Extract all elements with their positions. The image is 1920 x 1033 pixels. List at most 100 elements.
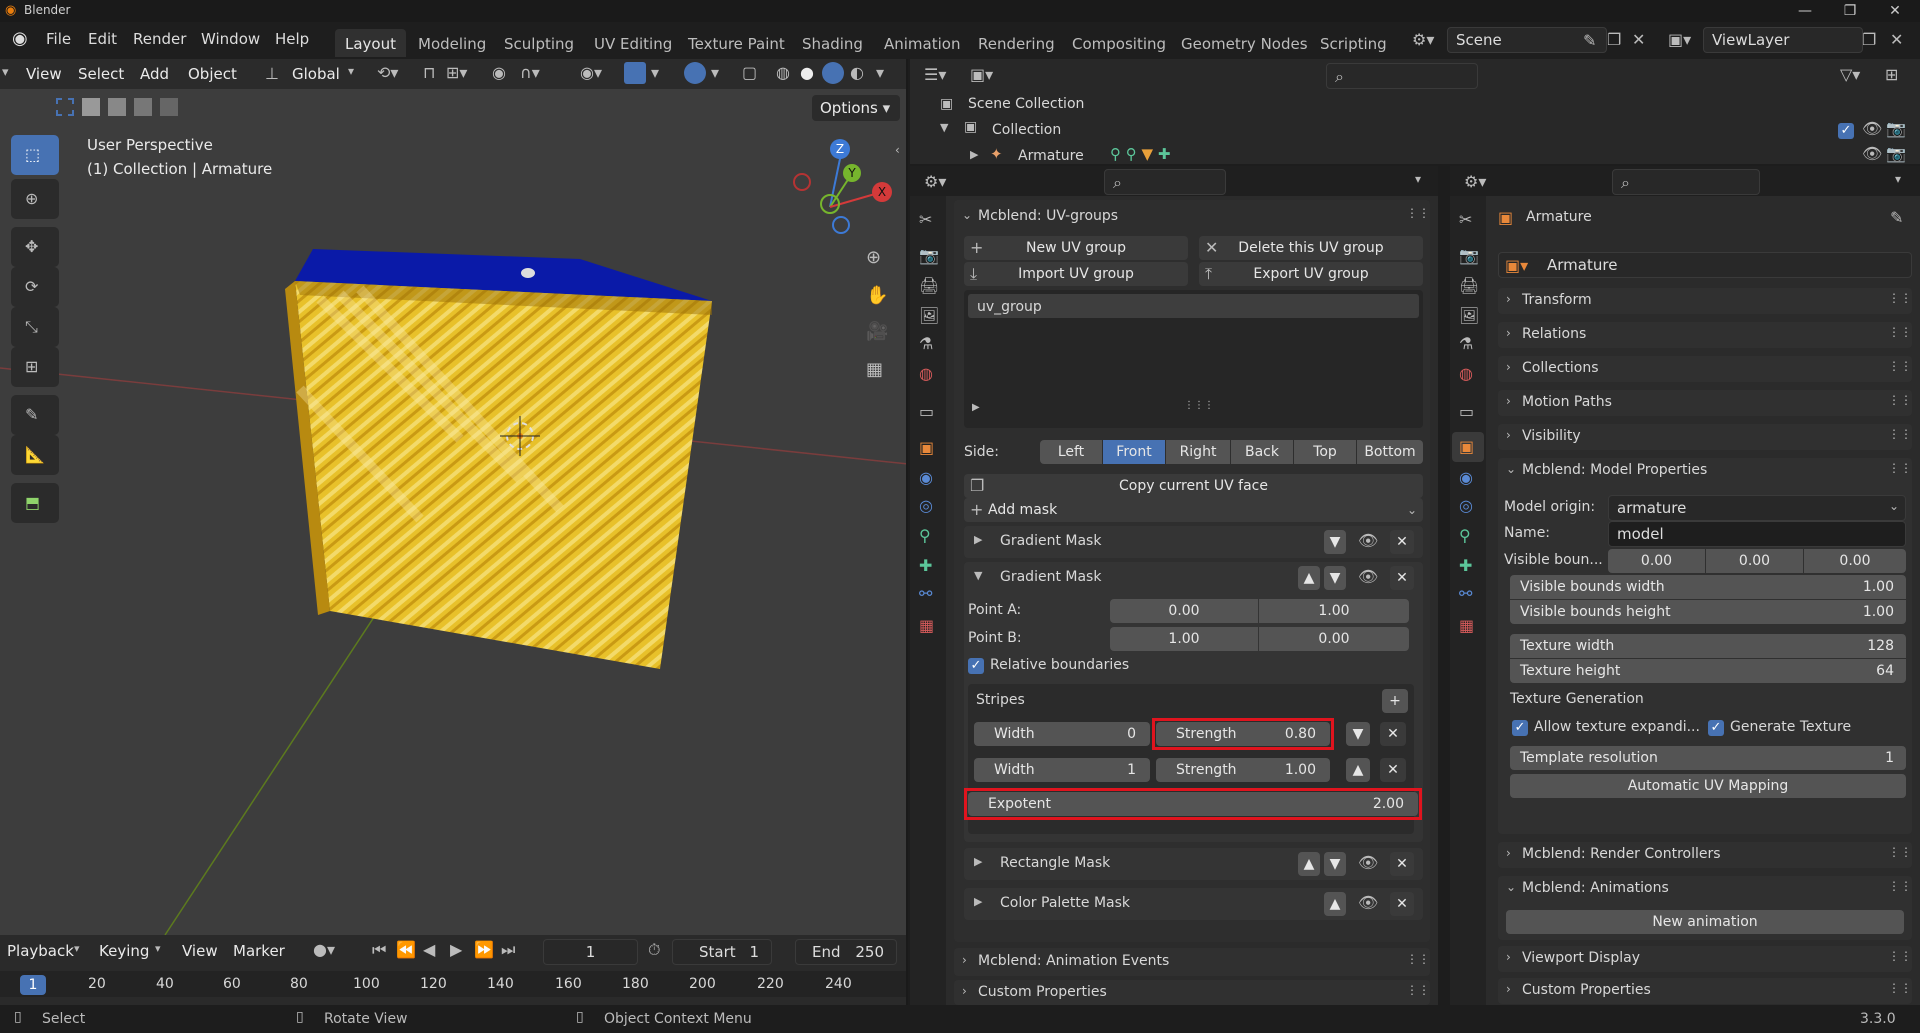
tab-rendering[interactable]: Rendering [968, 29, 1065, 57]
outliner-editor-icon[interactable]: ☰▾ [924, 65, 946, 84]
play-reverse-icon[interactable]: ◀ [423, 940, 435, 959]
stripe2-move-up-icon[interactable]: ▲ [1346, 758, 1370, 782]
world-tab-icon[interactable]: ◍ [1459, 364, 1473, 383]
collection-tab-icon[interactable]: ▭ [919, 402, 934, 421]
mask4-eye-icon[interactable]: 👁 [1358, 893, 1378, 912]
custom-properties-section-right[interactable]: › Custom Properties ⋮⋮ [1498, 978, 1912, 1004]
export-uv-group-button[interactable]: ⤒ Export UV group [1199, 262, 1423, 286]
modifier-tab-icon[interactable]: ◉ [919, 468, 933, 487]
play-icon[interactable]: ▶ [450, 940, 462, 959]
new-animation-button[interactable]: New animation [1506, 910, 1904, 934]
stripe2-remove-icon[interactable]: ✕ [1380, 758, 1406, 782]
point-b-y-field[interactable]: 0.00 [1259, 627, 1409, 651]
move-down-icon[interactable]: ▼ [1324, 530, 1346, 554]
generate-texture-checkbox[interactable]: ✓ [1708, 720, 1724, 736]
menu-help[interactable]: Help [275, 30, 309, 48]
tab-compositing[interactable]: Compositing [1062, 29, 1176, 57]
collection-include-checkbox[interactable]: ✓ [1838, 123, 1854, 139]
current-frame-field[interactable]: 1 [543, 939, 638, 965]
expand-mask-icon[interactable]: ▶ [974, 533, 982, 546]
annotate-tool[interactable]: ✎ [11, 395, 59, 435]
proportional-edit-icon[interactable]: ◉ [492, 63, 506, 82]
record-icon[interactable]: ●▾ [313, 940, 335, 959]
stripe2-strength-field[interactable]: Strength 1.00 [1156, 758, 1330, 782]
new-view-layer-icon[interactable]: ❐ [1862, 30, 1876, 49]
add-stripe-icon[interactable]: + [1382, 689, 1408, 713]
snap-target-icon[interactable]: ⊞▾ [446, 63, 467, 82]
menu-window[interactable]: Window [201, 30, 260, 48]
model-name-field[interactable]: model [1608, 521, 1906, 547]
mask2-remove-icon[interactable]: ✕ [1390, 566, 1414, 590]
overlay-toggle-icon[interactable] [684, 62, 706, 84]
viewport-menu-add[interactable]: Add [140, 65, 169, 83]
side-top-button[interactable]: Top [1294, 440, 1356, 464]
close-icon[interactable]: ✕ [1875, 1, 1915, 21]
scene-tab-icon[interactable]: ⚗ [1459, 334, 1473, 353]
timer-icon[interactable]: ⏱ [648, 940, 660, 960]
constraint-tab-icon[interactable]: ⚯ [919, 584, 932, 603]
drag-handle-icon[interactable]: ⋮⋮ [1406, 206, 1430, 220]
collapse-mask-icon[interactable]: ▼ [974, 569, 982, 582]
ortho-grid-icon[interactable]: ▦ [866, 359, 883, 380]
visible-bounds-z-field[interactable]: 0.00 [1804, 549, 1906, 573]
jump-end-icon[interactable]: ⏭ [501, 940, 515, 960]
new-scene-icon[interactable]: ❐ [1607, 30, 1621, 49]
visible-bounds-width-field[interactable]: Visible bounds width 1.00 [1510, 575, 1906, 599]
model-origin-dropdown[interactable]: armature ⌄ [1608, 495, 1906, 521]
delete-view-layer-icon[interactable]: ✕ [1890, 30, 1903, 49]
tab-animation[interactable]: Animation [874, 29, 970, 57]
stripe1-strength-field[interactable]: Strength 0.80 [1156, 722, 1330, 746]
collection-eye-icon[interactable]: 👁 [1862, 119, 1882, 138]
render-tab-icon[interactable]: 📷 [919, 246, 939, 265]
automatic-uv-mapping-button[interactable]: Automatic UV Mapping [1510, 774, 1906, 798]
move-down-icon[interactable]: ▼ [1324, 566, 1346, 590]
move-up-icon[interactable]: ▲ [1324, 892, 1346, 916]
drag-handle-icon[interactable]: ⋮⋮ [1888, 325, 1912, 339]
exponent-field[interactable]: Expotent 2.00 [968, 792, 1418, 816]
mask3-eye-icon[interactable]: 👁 [1358, 853, 1378, 872]
select-extend-icon[interactable] [82, 98, 100, 116]
end-frame-field[interactable]: End 250 [795, 939, 897, 965]
tab-geometry-nodes[interactable]: Geometry Nodes [1171, 29, 1318, 57]
frame-ruler[interactable]: 1 20 40 60 80 100 120 140 160 180 200 22… [0, 971, 906, 997]
collection-label[interactable]: Collection [992, 122, 1061, 138]
visible-bounds-y-field[interactable]: 0.00 [1706, 549, 1803, 573]
cursor-tool[interactable]: ⊕ [11, 179, 59, 219]
object-tab-active[interactable]: ▣ [1452, 432, 1484, 462]
viewport-menu-view[interactable]: View [26, 65, 62, 83]
point-a-y-field[interactable]: 1.00 [1259, 599, 1409, 623]
delete-uv-group-button[interactable]: ✕ Delete this UV group [1199, 236, 1423, 260]
drag-handle-icon[interactable]: ⋮⋮ [1888, 949, 1912, 963]
timeline-menu-playback[interactable]: Playback [7, 942, 74, 960]
expand-mask-icon[interactable]: ▶ [974, 855, 982, 868]
armature-render-icon[interactable]: 📷 [1886, 144, 1906, 163]
select-invert-icon[interactable] [134, 98, 152, 116]
tab-scripting[interactable]: Scripting [1310, 29, 1397, 57]
move-tool[interactable]: ✥ [11, 227, 59, 267]
stripe2-width-field[interactable]: Width 1 [974, 758, 1150, 782]
mask1-remove-icon[interactable]: ✕ [1390, 530, 1414, 554]
side-back-button[interactable]: Back [1231, 440, 1293, 464]
mask1-eye-icon[interactable]: 👁 [1358, 531, 1378, 550]
add-cube-tool[interactable]: ⬒ [11, 483, 59, 523]
texture-tab-icon[interactable]: ▦ [1459, 616, 1474, 635]
start-frame-field[interactable]: Start 1 [672, 939, 772, 965]
drag-handle-icon[interactable]: ⋮⋮ [1406, 983, 1430, 997]
timeline-menu-keying[interactable]: Keying [99, 942, 149, 960]
maximize-icon[interactable]: ❐ [1830, 1, 1870, 21]
select-new-icon[interactable] [56, 98, 74, 116]
move-down-icon[interactable]: ▼ [1324, 852, 1346, 876]
viewport-scene[interactable] [0, 59, 908, 935]
tab-sculpting[interactable]: Sculpting [494, 29, 584, 57]
side-bottom-button[interactable]: Bottom [1357, 440, 1423, 464]
tab-uv-editing[interactable]: UV Editing [584, 29, 682, 57]
tab-texture-paint[interactable]: Texture Paint [678, 29, 795, 57]
stripe1-move-down-icon[interactable]: ▼ [1346, 722, 1370, 746]
tool-tab-icon[interactable]: ✂ [1459, 210, 1472, 229]
playhead[interactable]: 1 [20, 975, 46, 995]
menu-render[interactable]: Render [133, 30, 186, 48]
list-resize-icon[interactable]: ⋮⋮⋮ [1184, 400, 1214, 411]
uv-group-list-item[interactable]: uv_group [968, 294, 1419, 318]
properties-search-right[interactable]: ⌕ [1612, 169, 1760, 195]
bone-tab-icon[interactable]: ✚ [919, 556, 932, 575]
